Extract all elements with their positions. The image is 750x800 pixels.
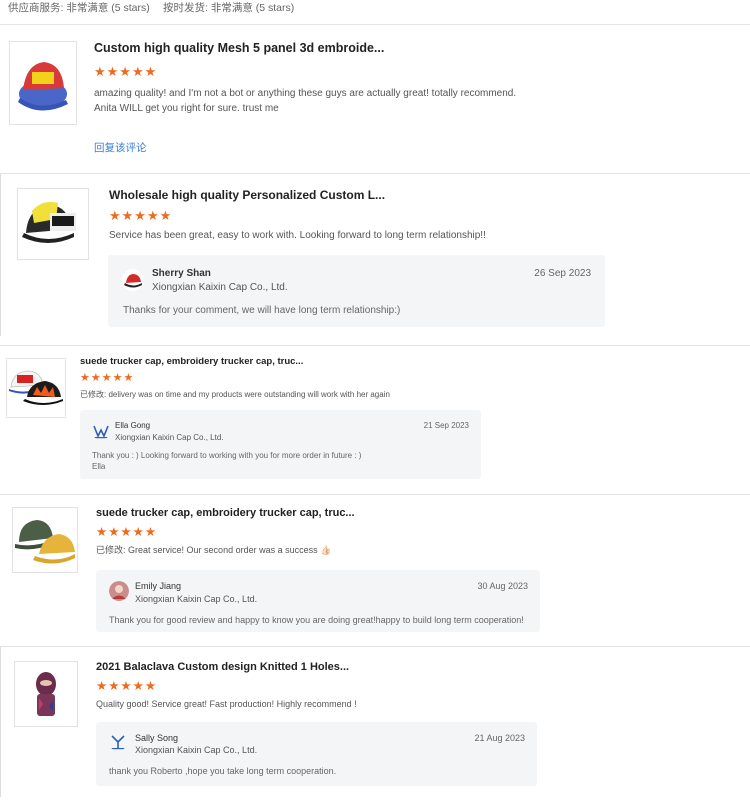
reply-date: 26 Sep 2023 xyxy=(534,268,591,279)
delivery-rating: 按时发货: 非常满意 (5 stars) xyxy=(163,0,294,15)
reply-text: Thanks for your comment, we will have lo… xyxy=(123,305,401,316)
cap-image-icon xyxy=(9,370,63,405)
reply-author: Ella Gong xyxy=(115,421,151,430)
delivery-stars-text: (5 stars) xyxy=(255,2,295,14)
product-title[interactable]: Wholesale high quality Personalized Cust… xyxy=(109,188,385,202)
reply-date: 21 Sep 2023 xyxy=(423,421,469,430)
product-thumbnail[interactable] xyxy=(9,41,77,125)
reply-company[interactable]: Xiongxian Kaixin Cap Co., Ltd. xyxy=(135,594,257,604)
supplier-rating-bar: 供应商服务: 非常满意 (5 stars) 按时发货: 非常满意 (5 star… xyxy=(0,0,750,25)
reply-company[interactable]: Xiongxian Kaixin Cap Co., Ltd. xyxy=(135,745,257,755)
review-comment: 已修改: Great service! Our second order was… xyxy=(96,544,556,557)
comment-text: Great service! Our second order was a su… xyxy=(128,545,332,555)
reply-date: 21 Aug 2023 xyxy=(474,733,525,743)
supplier-reply: Sally Song Xiongxian Kaixin Cap Co., Ltd… xyxy=(96,722,537,786)
reply-date: 30 Aug 2023 xyxy=(477,581,528,591)
edited-tag: 已修改: xyxy=(96,545,126,555)
supplier-reply: Emily Jiang Xiongxian Kaixin Cap Co., Lt… xyxy=(96,570,540,632)
service-value: 非常满意 xyxy=(66,2,109,14)
rating-stars: ★★★★★ xyxy=(94,64,158,79)
product-title[interactable]: Custom high quality Mesh 5 panel 3d embr… xyxy=(94,41,384,55)
reply-author: Sally Song xyxy=(135,733,179,743)
reply-text: Thank you : ) Looking forward to working… xyxy=(92,450,472,472)
supplier-reply: Sherry Shan Xiongxian Kaixin Cap Co., Lt… xyxy=(108,255,605,327)
product-title[interactable]: suede trucker cap, embroidery trucker ca… xyxy=(96,507,355,519)
supplier-avatar xyxy=(122,269,144,291)
reply-text-line: Thank you : ) Looking forward to working… xyxy=(92,451,362,460)
supplier-logo-icon xyxy=(109,733,127,751)
supplier-logo-icon xyxy=(92,422,110,440)
service-label: 供应商服务: xyxy=(8,2,64,14)
reply-author: Sherry Shan xyxy=(152,268,211,279)
product-thumbnail[interactable] xyxy=(12,507,78,573)
product-title[interactable]: suede trucker cap, embroidery trucker ca… xyxy=(80,356,303,367)
reply-review-link[interactable]: 回复该评论 xyxy=(94,140,147,155)
service-stars-text: (5 stars) xyxy=(111,2,150,14)
rating-stars: ★★★★★ xyxy=(96,525,158,539)
reply-text: thank you Roberto ,hope you take long te… xyxy=(109,766,337,776)
rating-stars: ★★★★★ xyxy=(109,208,173,223)
reply-company[interactable]: Xiongxian Kaixin Cap Co., Ltd. xyxy=(115,433,224,442)
supplier-avatar xyxy=(109,581,129,601)
reply-company[interactable]: Xiongxian Kaixin Cap Co., Ltd. xyxy=(152,282,288,293)
supplier-reply: Ella Gong Xiongxian Kaixin Cap Co., Ltd.… xyxy=(80,410,481,479)
product-thumbnail[interactable] xyxy=(6,358,66,418)
review-comment: amazing quality! and I'm not a bot or an… xyxy=(94,88,517,114)
rating-stars: ★★★★★ xyxy=(96,679,158,693)
reply-text: Thank you for good review and happy to k… xyxy=(109,615,524,625)
service-rating: 供应商服务: 非常满意 (5 stars) xyxy=(8,0,150,15)
product-thumbnail[interactable] xyxy=(17,188,89,260)
cap-image-icon xyxy=(15,520,75,564)
delivery-value: 非常满意 xyxy=(210,2,253,14)
review-comment: Quality good! Service great! Fast produc… xyxy=(96,699,357,709)
review-comment: 已修改: delivery was on time and my product… xyxy=(80,389,540,401)
reply-signature: Ella xyxy=(92,462,106,472)
comment-text: delivery was on time and my products wer… xyxy=(108,390,390,399)
review-card: 2021 Balaclava Custom design Knitted 1 H… xyxy=(0,647,750,800)
review-card: suede trucker cap, embroidery trucker ca… xyxy=(0,346,750,495)
review-card: Custom high quality Mesh 5 panel 3d embr… xyxy=(0,25,750,174)
balaclava-image-icon xyxy=(36,672,56,716)
rating-stars: ★★★★★ xyxy=(80,372,135,384)
review-card: Wholesale high quality Personalized Cust… xyxy=(0,174,750,346)
cap-image-icon xyxy=(18,62,68,111)
review-card: suede trucker cap, embroidery trucker ca… xyxy=(0,495,750,647)
edited-tag: 已修改: xyxy=(80,390,107,399)
reply-author: Emily Jiang xyxy=(135,581,182,591)
product-title[interactable]: 2021 Balaclava Custom design Knitted 1 H… xyxy=(96,661,349,673)
delivery-label: 按时发货: xyxy=(163,2,208,14)
cap-image-icon xyxy=(22,202,76,243)
review-comment: Service has been great, easy to work wit… xyxy=(109,230,486,241)
product-thumbnail[interactable] xyxy=(14,661,78,727)
